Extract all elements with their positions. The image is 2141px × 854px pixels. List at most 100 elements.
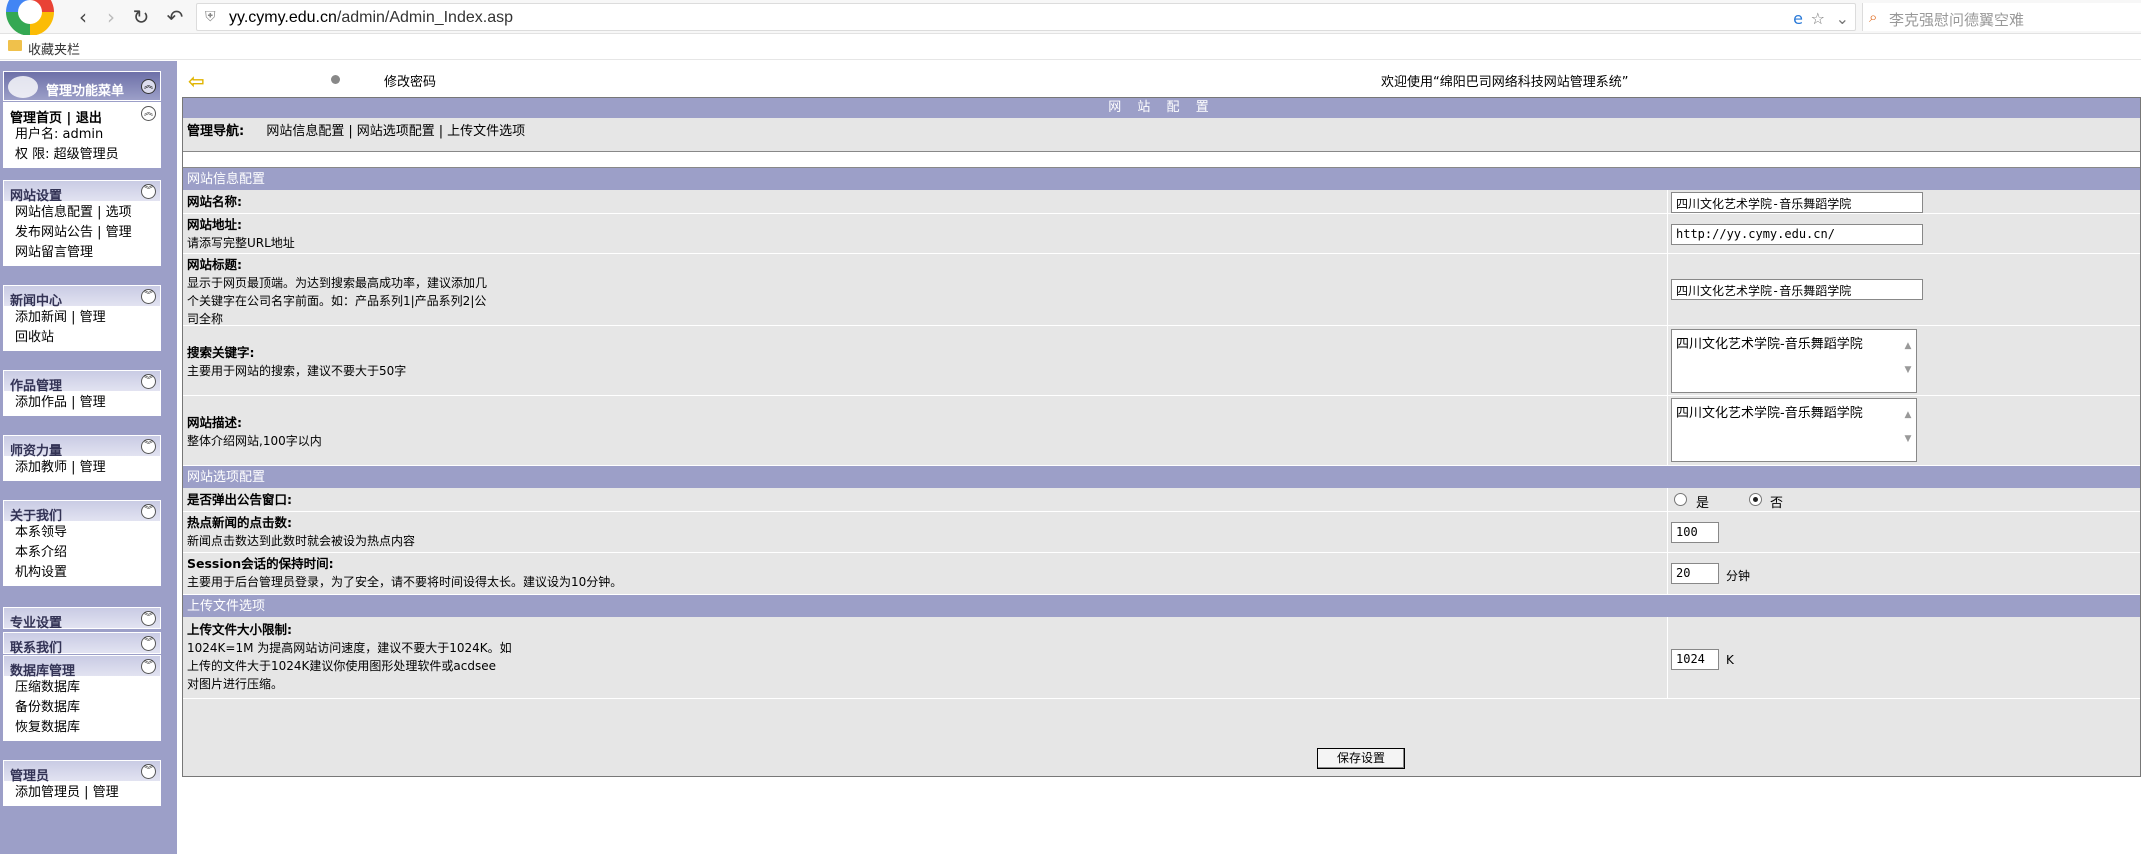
menu-logo-icon xyxy=(8,76,38,98)
favorites-label[interactable]: 收藏夹栏 xyxy=(28,39,80,58)
sidebar-group: 网站设置 ︾ 网站信息配置 | 选项 发布网站公告 | 管理 网站留言管理 xyxy=(0,180,161,266)
sidebar-group-title[interactable]: 关于我们 xyxy=(10,505,62,524)
logout-link[interactable]: 退出 xyxy=(76,111,102,126)
forward-icon[interactable]: › xyxy=(98,4,124,30)
sidebar-header: 管理功能菜单 ︽ xyxy=(3,71,161,101)
sidebar-item: 添加管理员 | 管理 xyxy=(15,785,119,800)
arrow-left-icon[interactable]: ⇦ xyxy=(188,69,205,93)
undo-icon[interactable]: ↶ xyxy=(162,4,188,30)
sidebar-link[interactable]: 压缩数据库 xyxy=(15,680,80,695)
nav-link-options[interactable]: 网站选项配置 xyxy=(357,124,435,139)
upload-limit-input[interactable]: 1024 xyxy=(1671,649,1719,670)
sidebar-link[interactable]: 选项 xyxy=(106,205,132,220)
refresh-icon[interactable]: ↻ xyxy=(128,4,154,30)
sidebar-link[interactable]: 本系介绍 xyxy=(15,545,67,560)
sidebar-link[interactable]: 管理 xyxy=(80,310,106,325)
sidebar-group-title[interactable]: 作品管理 xyxy=(10,375,62,394)
row-hot-clicks: 热点新闻的点击数: 新闻点击数达到此数时就会被设为热点内容 100 xyxy=(183,512,2140,553)
sidebar-link[interactable]: 机构设置 xyxy=(15,565,67,580)
sidebar-group-header[interactable]: 新闻中心 ︾ xyxy=(3,285,161,309)
change-password-link[interactable]: 修改密码 xyxy=(384,71,436,90)
site-name-input[interactable]: 四川文化艺术学院-音乐舞蹈学院 xyxy=(1671,192,1923,213)
chevron-down-icon[interactable]: ︾ xyxy=(141,636,156,651)
save-button[interactable]: 保存设置 xyxy=(1317,748,1405,769)
sidebar-link[interactable]: 网站信息配置 xyxy=(15,205,93,220)
sidebar-group-header[interactable]: 管理员 ︾ xyxy=(3,760,161,784)
description-textarea[interactable]: 四川文化艺术学院-音乐舞蹈学院 ▲ ▼ xyxy=(1671,398,1917,462)
keywords-textarea[interactable]: 四川文化艺术学院-音乐舞蹈学院 ▲ ▼ xyxy=(1671,329,1917,393)
sidebar-link[interactable]: 回收站 xyxy=(15,330,54,345)
chevron-icon[interactable]: ︽ xyxy=(141,106,156,121)
sidebar-item: 本系领导 xyxy=(3,523,161,543)
sidebar-group-title[interactable]: 师资力量 xyxy=(10,440,62,459)
url-text: yy.cymy.edu.cn/admin/Admin_Index.asp xyxy=(229,9,513,26)
sidebar-link[interactable]: 添加新闻 xyxy=(15,310,67,325)
star-icon[interactable]: ☆ xyxy=(1811,9,1825,28)
search-input[interactable]: ⌕ 李克强慰问德翼空难 xyxy=(1862,3,2141,31)
chevron-down-icon[interactable]: ︾ xyxy=(141,611,156,626)
sidebar-link[interactable]: 管理 xyxy=(106,225,132,240)
sidebar-link[interactable]: 管理 xyxy=(80,395,106,410)
chevron-down-icon[interactable]: ︾ xyxy=(141,659,156,674)
sidebar-link[interactable]: 管理 xyxy=(93,785,119,800)
user-info: 用户名: admin xyxy=(15,127,104,142)
row-description: 网站描述: 整体介绍网站,100字以内 四川文化艺术学院-音乐舞蹈学院 ▲ ▼ xyxy=(183,396,2140,466)
sidebar-group: 联系我们 ︾ xyxy=(0,632,161,656)
sidebar-group: 新闻中心 ︾ 添加新闻 | 管理 回收站 xyxy=(0,285,161,351)
chevron-down-icon[interactable]: ︾ xyxy=(141,764,156,779)
ie-icon[interactable]: e xyxy=(1793,9,1803,28)
sidebar-link[interactable]: 恢复数据库 xyxy=(15,720,80,735)
row-site-title: 网站标题: 显示于网页最顶端。为达到搜索最高成功率，建议添加几 个关键字在公司名字前… xyxy=(183,254,2140,326)
sidebar-group-header[interactable]: 作品管理 ︾ xyxy=(3,370,161,394)
chevron-down-icon[interactable]: ︾ xyxy=(141,439,156,454)
sidebar-group: 关于我们 ︾ 本系领导本系介绍机构设置 xyxy=(0,500,161,586)
sidebar-group: 师资力量 ︾ 添加教师 | 管理 xyxy=(0,435,161,481)
sidebar-link[interactable]: 发布网站公告 xyxy=(15,225,93,240)
sidebar-group-title[interactable]: 管理员 xyxy=(10,765,49,784)
site-title-input[interactable]: 四川文化艺术学院-音乐舞蹈学院 xyxy=(1671,279,1923,300)
sidebar-group-title[interactable]: 数据库管理 xyxy=(10,660,75,679)
sidebar-group-title[interactable]: 专业设置 xyxy=(10,612,62,631)
sidebar-link[interactable]: 本系领导 xyxy=(15,525,67,540)
scrollbar[interactable]: ▲ ▼ xyxy=(1902,334,1914,388)
sidebar-link[interactable]: 网站留言管理 xyxy=(15,245,93,260)
hot-clicks-input[interactable]: 100 xyxy=(1671,522,1719,543)
sidebar-group-header[interactable]: 数据库管理 ︾ xyxy=(3,655,161,679)
sidebar-link[interactable]: 添加教师 xyxy=(15,460,67,475)
popup-yes-radio[interactable] xyxy=(1674,493,1687,506)
sidebar-group-header[interactable]: 网站设置 ︾ xyxy=(3,180,161,204)
sidebar-group-header[interactable]: 联系我们 ︾ xyxy=(3,632,161,656)
sidebar-group-title[interactable]: 新闻中心 xyxy=(10,290,62,309)
back-icon[interactable]: ‹ xyxy=(70,4,96,30)
session-input[interactable]: 20 xyxy=(1671,563,1719,584)
site-url-input[interactable]: http://yy.cymy.edu.cn/ xyxy=(1671,224,1923,245)
browser-logo-icon xyxy=(6,0,54,36)
sidebar-item: 机构设置 xyxy=(3,563,161,583)
sidebar-group-header[interactable]: 师资力量 ︾ xyxy=(3,435,161,459)
chevron-down-icon[interactable]: ⌄ xyxy=(1836,9,1849,28)
sidebar-group-title[interactable]: 联系我们 xyxy=(10,637,62,656)
sidebar-item: 网站信息配置 | 选项 xyxy=(15,205,132,220)
sidebar-group-title[interactable]: 网站设置 xyxy=(10,185,62,204)
sidebar-home-block: 管理首页 | 退出 ︽ 用户名: admin 权 限: 超级管理员 xyxy=(0,102,161,168)
nav-link-info[interactable]: 网站信息配置 xyxy=(266,124,344,139)
chevron-down-icon[interactable]: ︾ xyxy=(141,289,156,304)
sidebar-group-header[interactable]: 专业设置 ︾ xyxy=(3,607,161,631)
chevron-down-icon[interactable]: ︾ xyxy=(141,504,156,519)
sidebar-link[interactable]: 添加管理员 xyxy=(15,785,80,800)
permission-info: 权 限: 超级管理员 xyxy=(15,147,119,162)
sidebar-group-header[interactable]: 关于我们 ︾ xyxy=(3,500,161,524)
shield-icon: ⛨ xyxy=(205,9,216,25)
collapse-icon[interactable]: ︽ xyxy=(141,79,156,94)
chevron-down-icon[interactable]: ︾ xyxy=(141,374,156,389)
sidebar-link[interactable]: 管理 xyxy=(80,460,106,475)
home-link[interactable]: 管理首页 xyxy=(10,111,62,126)
address-bar[interactable]: ⛨ yy.cymy.edu.cn/admin/Admin_Index.asp e… xyxy=(196,3,1856,31)
scrollbar[interactable]: ▲ ▼ xyxy=(1902,403,1914,457)
popup-no-radio[interactable] xyxy=(1749,493,1762,506)
nav-link-upload[interactable]: 上传文件选项 xyxy=(447,124,525,139)
sidebar-item: 发布网站公告 | 管理 xyxy=(15,225,132,240)
sidebar-link[interactable]: 备份数据库 xyxy=(15,700,80,715)
sidebar-link[interactable]: 添加作品 xyxy=(15,395,67,410)
chevron-down-icon[interactable]: ︾ xyxy=(141,184,156,199)
